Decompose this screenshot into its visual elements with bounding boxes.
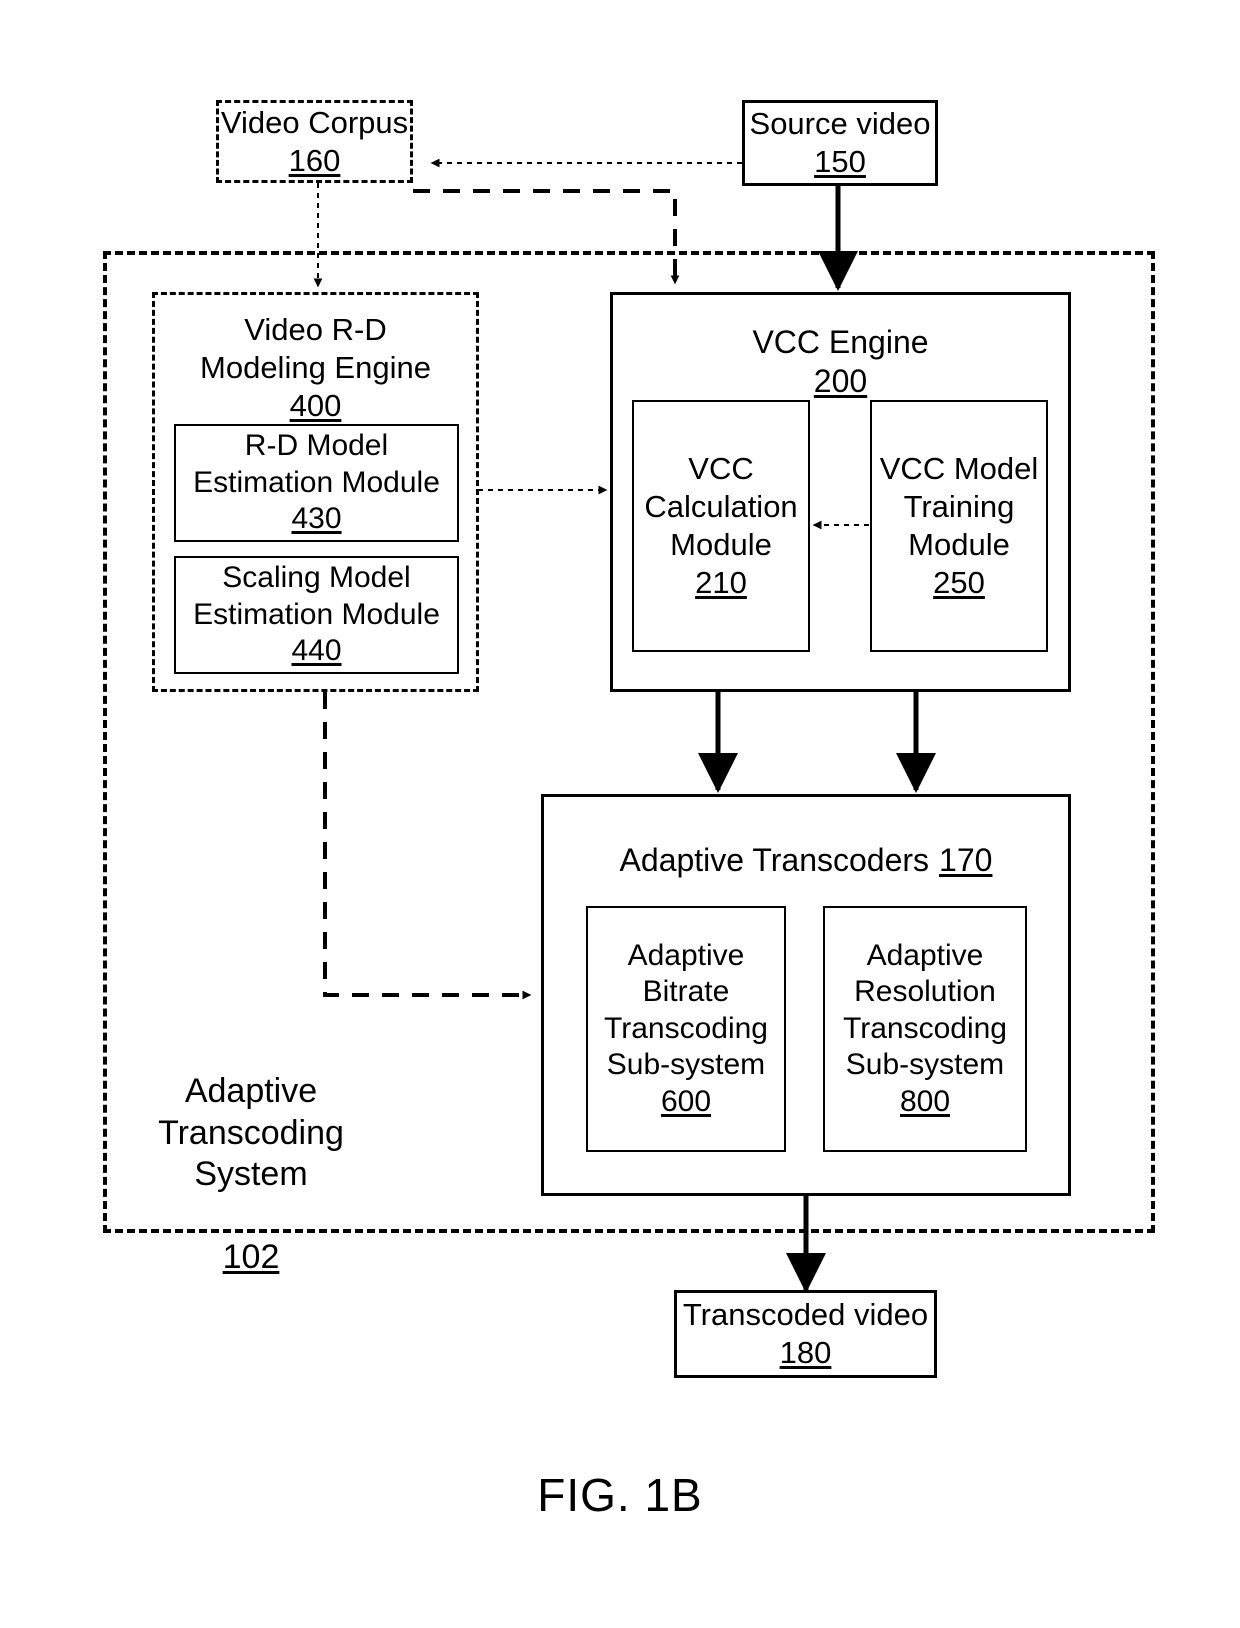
system-label: Adaptive Transcoding System 102 [133,1030,369,1320]
node-transcoded-video-label: Transcoded video [682,1297,929,1333]
node-vcc-model-training-module-number: 250 [933,564,985,600]
node-abr-subsystem-label: Adaptive Bitrate Transcoding Sub-system [604,938,768,1082]
node-video-corpus-number: 160 [288,142,341,178]
node-transcoded-video-number: 180 [779,1335,832,1370]
node-vcc-model-training-module-label: VCC Model Training Module [879,451,1039,562]
node-adaptive-transcoders-label: Adaptive Transcoders [619,842,930,878]
figure-caption: FIG. 1B [537,1469,703,1521]
node-transcoded-video[interactable]: Transcoded video 180 [674,1290,937,1378]
node-vcc-engine-number: 200 [813,363,868,400]
system-label-number: 102 [222,1238,280,1277]
node-vcc-engine-label: VCC Engine [752,324,929,360]
node-source-video-number: 150 [814,144,866,179]
node-rd-model-estimation-module-number: 430 [291,502,342,536]
node-vcc-calculation-module-number: 210 [695,564,747,600]
node-adaptive-transcoders-heading: Adaptive Transcoders 170 [620,841,993,880]
node-adaptive-bitrate-transcoding-subsystem[interactable]: Adaptive Bitrate Transcoding Sub-system … [586,906,786,1152]
node-source-video-label: Source video [749,106,931,142]
node-scaling-model-estimation-module[interactable]: Scaling Model Estimation Module 440 [174,556,459,674]
node-scaling-model-estimation-module-label: Scaling Model Estimation Module [193,561,440,631]
node-vcc-calculation-module-label: VCC Calculation Module [644,451,798,562]
node-vcc-model-training-module[interactable]: VCC Model Training Module 250 [870,400,1048,652]
node-ares-subsystem-number: 800 [899,1084,951,1118]
node-rd-model-estimation-module-label: R-D Model Estimation Module [193,429,440,499]
node-scaling-model-estimation-module-number: 440 [291,634,342,668]
node-source-video[interactable]: Source video 150 [742,100,938,186]
node-video-corpus[interactable]: Video Corpus 160 [216,100,413,183]
node-rd-engine-label: Video R-D Modeling Engine [200,312,431,385]
node-abr-subsystem-number: 600 [660,1084,712,1118]
node-adaptive-transcoders-number: 170 [939,842,993,878]
node-ares-subsystem-label: Adaptive Resolution Transcoding Sub-syst… [843,938,1007,1082]
system-label-text: Adaptive Transcoding System [158,1072,344,1194]
node-video-corpus-label: Video Corpus [220,104,409,140]
patent-figure-1b: Adaptive Transcoding System 102 Video Co… [0,0,1240,1628]
node-adaptive-resolution-transcoding-subsystem[interactable]: Adaptive Resolution Transcoding Sub-syst… [823,906,1027,1152]
node-rd-model-estimation-module[interactable]: R-D Model Estimation Module 430 [174,424,459,542]
node-rd-engine-number: 400 [289,387,342,423]
node-vcc-calculation-module[interactable]: VCC Calculation Module 210 [632,400,810,652]
